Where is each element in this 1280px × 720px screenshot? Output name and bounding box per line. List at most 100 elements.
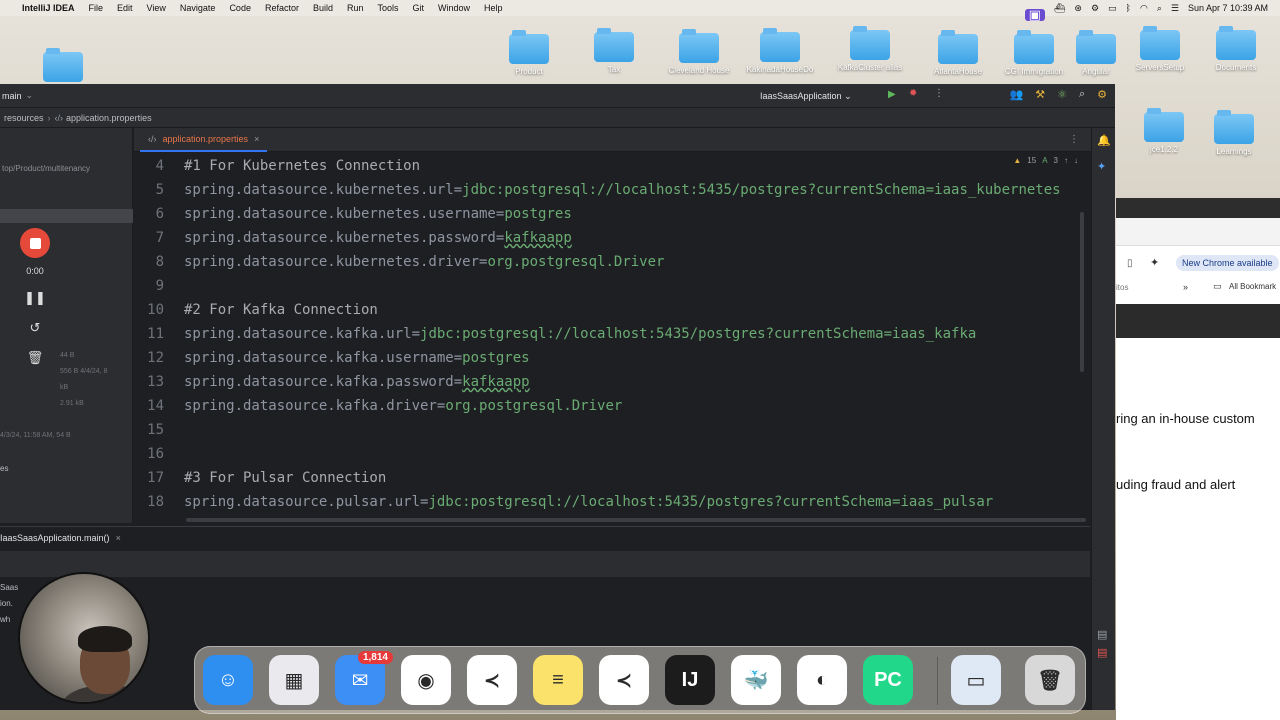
breadcrumb-resources[interactable]: resources: [4, 113, 44, 123]
dock-preview-icon[interactable]: ▭: [951, 655, 1001, 705]
inspection-widget[interactable]: ▲ 15 A3 ↑ ↓: [1013, 156, 1078, 165]
chevron-up-icon[interactable]: ↑: [1064, 156, 1068, 165]
code-line[interactable]: 5 spring.datasource.kubernetes.url=jdbc:p…: [134, 178, 1061, 202]
menu-file[interactable]: File: [89, 3, 104, 13]
wifi-icon[interactable]: ◠: [1140, 3, 1148, 14]
close-icon[interactable]: ×: [116, 533, 121, 543]
code-line[interactable]: 9: [134, 274, 184, 298]
chevron-down-icon[interactable]: ↓: [1074, 156, 1078, 165]
run-icon[interactable]: ▶: [888, 89, 896, 100]
run-tab[interactable]: IaasSaasApplication.main() ×: [0, 533, 121, 543]
desktop-folder-documents[interactable]: Documents: [1201, 26, 1271, 72]
debug-icon[interactable]: ✹: [909, 88, 917, 99]
code-line[interactable]: 6 spring.datasource.kubernetes.username=p…: [134, 202, 572, 226]
dock-notes-icon[interactable]: ≡: [533, 655, 583, 705]
code-line[interactable]: 18 spring.datasource.pulsar.url=jdbc:post…: [134, 490, 993, 512]
webcam-bubble[interactable]: [18, 572, 150, 704]
ai-assistant-icon[interactable]: ✦: [1097, 160, 1106, 173]
menu-run[interactable]: Run: [347, 3, 364, 13]
dock-docker-icon[interactable]: 🐳: [731, 655, 781, 705]
all-bookmarks[interactable]: All Bookmark: [1229, 282, 1276, 291]
dock-launchpad-icon[interactable]: ▦: [269, 655, 319, 705]
gradle-icon[interactable]: ▤: [1097, 628, 1107, 641]
vertical-scrollbar[interactable]: [1080, 212, 1084, 372]
desktop-folder-product[interactable]: Product: [494, 30, 564, 76]
chevron-down-icon[interactable]: ⌄: [26, 90, 34, 101]
menu-help[interactable]: Help: [484, 3, 503, 13]
code-line[interactable]: 15: [134, 418, 184, 442]
code-line[interactable]: 10 #2 For Kafka Connection: [134, 298, 378, 322]
code-line[interactable]: 7 spring.datasource.kubernetes.password=k…: [134, 226, 572, 250]
desktop-folder-cleveland[interactable]: Cleveland House: [664, 29, 734, 75]
pause-icon[interactable]: ❚❚: [14, 290, 56, 306]
battery-icon[interactable]: ▭: [1108, 3, 1117, 14]
run-config-selector[interactable]: IaasSaasApplication ⌄: [760, 91, 852, 102]
plugin-icon[interactable]: ⚛: [1057, 88, 1067, 101]
desktop-folder-cgi[interactable]: CGI Immigration: [999, 30, 1069, 76]
stop-recording-button[interactable]: [20, 228, 50, 258]
bluetooth-icon[interactable]: ᛒ: [1126, 3, 1131, 13]
menu-edit[interactable]: Edit: [117, 3, 133, 13]
screen-record-icon[interactable]: ▣: [1024, 8, 1045, 21]
menu-window[interactable]: Window: [438, 3, 470, 13]
dock-vs-code-2-icon[interactable]: ≺: [599, 655, 649, 705]
desktop-folder-atlanta[interactable]: AtlantaHouse: [923, 30, 993, 76]
code-line[interactable]: 17 #3 For Pulsar Connection: [134, 466, 386, 490]
code-line[interactable]: 8 spring.datasource.kubernetes.driver=org…: [134, 250, 665, 274]
docker-status-icon[interactable]: ⛴: [1054, 3, 1065, 14]
new-chrome-available-button[interactable]: New Chrome available: [1176, 255, 1279, 271]
datetime[interactable]: Sun Apr 7 10:39 AM: [1188, 3, 1268, 13]
menu-navigate[interactable]: Navigate: [180, 3, 216, 13]
menu-build[interactable]: Build: [313, 3, 333, 13]
desktop-folder-tax[interactable]: Tax: [579, 28, 649, 74]
desktop-folder-icon[interactable]: [28, 48, 98, 85]
control-center-icon[interactable]: ☰: [1171, 3, 1179, 14]
gear-icon[interactable]: ⚙: [1091, 3, 1099, 14]
extension-icon[interactable]: ✦: [1150, 256, 1159, 269]
code-line[interactable]: 16: [134, 442, 184, 466]
app-name[interactable]: IntelliJ IDEA: [22, 3, 75, 13]
branch-selector[interactable]: main: [2, 91, 22, 101]
menu-tools[interactable]: Tools: [378, 3, 399, 13]
restart-icon[interactable]: ↺: [14, 320, 56, 336]
code-line[interactable]: 13 spring.datasource.kafka.password=kafka…: [134, 370, 529, 394]
dock-dbeaver-icon[interactable]: ◐: [797, 655, 847, 705]
menu-refactor[interactable]: Refactor: [265, 3, 299, 13]
tab-application-properties[interactable]: ‹/› application.properties ×: [140, 128, 268, 152]
build-tools-icon[interactable]: ⚒: [1035, 88, 1045, 101]
tree-row-label[interactable]: es: [0, 464, 8, 473]
trash-icon[interactable]: 🗑: [14, 350, 56, 366]
desktop-folder-kafkacluster[interactable]: KafkaCluster alias: [835, 26, 905, 72]
more-actions-icon[interactable]: ⋮: [934, 88, 944, 99]
desktop-folder-learnings[interactable]: Learnings: [1199, 110, 1269, 156]
dock-intellij-icon[interactable]: IJ: [665, 655, 715, 705]
desktop-folder-serverssetup[interactable]: ServersSetup: [1125, 26, 1195, 72]
sidepanel-icon[interactable]: ▯: [1127, 258, 1133, 269]
sync-icon[interactable]: ⊛: [1074, 3, 1082, 14]
breadcrumb-file[interactable]: application.properties: [66, 113, 152, 123]
menu-git[interactable]: Git: [413, 3, 425, 13]
code-line[interactable]: 14 spring.datasource.kafka.driver=org.pos…: [134, 394, 622, 418]
search-icon[interactable]: ⌕: [1079, 88, 1085, 101]
menu-view[interactable]: View: [147, 3, 166, 13]
chevron-right-icon[interactable]: »: [1183, 282, 1188, 292]
dock-chrome-icon[interactable]: ◉: [401, 655, 451, 705]
dock-finder-icon[interactable]: ☺: [203, 655, 253, 705]
code-editor[interactable]: ▲ 15 A3 ↑ ↓ 4 #1 For Kubernetes Connection…: [134, 152, 1086, 512]
dock-mail-icon[interactable]: ✉ 1,814: [335, 651, 393, 705]
search-icon[interactable]: ⌕: [1157, 3, 1162, 14]
problems-icon[interactable]: ▤: [1097, 646, 1107, 659]
selected-tree-row[interactable]: [0, 209, 133, 223]
menu-code[interactable]: Code: [229, 3, 251, 13]
code-line[interactable]: 12 spring.datasource.kafka.username=postg…: [134, 346, 529, 370]
desktop-folder-jce[interactable]: jce1.2.2: [1129, 108, 1199, 154]
settings-icon[interactable]: ⚙: [1097, 88, 1107, 101]
collab-icon[interactable]: 👥: [1010, 88, 1024, 101]
desktop-folder-kakinada[interactable]: KakinadaHouseDo: [745, 28, 815, 74]
more-actions-icon[interactable]: ⋮: [1069, 134, 1079, 145]
close-icon[interactable]: ×: [254, 134, 259, 144]
desktop-folder-angular[interactable]: Angular: [1061, 30, 1131, 76]
notifications-icon[interactable]: 🔔: [1097, 134, 1111, 147]
dock-trash-icon[interactable]: 🗑: [1025, 655, 1075, 705]
code-line[interactable]: 4 #1 For Kubernetes Connection: [134, 154, 420, 178]
